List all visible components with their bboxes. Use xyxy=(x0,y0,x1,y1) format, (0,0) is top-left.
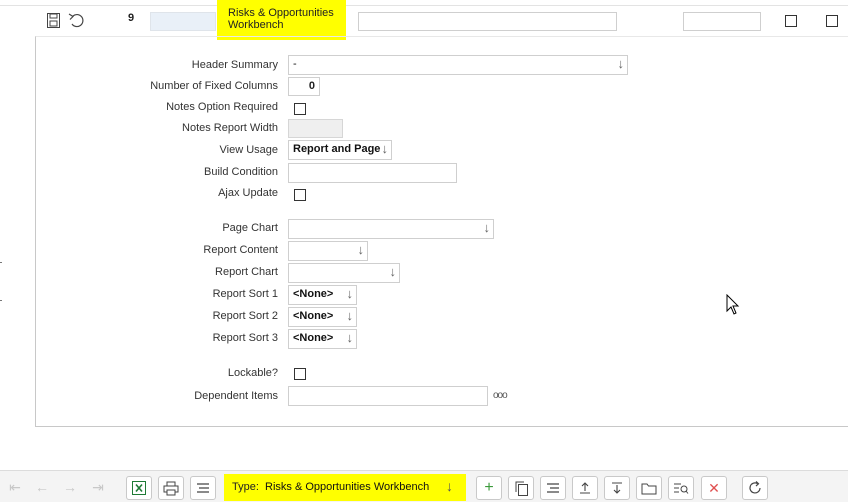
folder-button[interactable] xyxy=(636,476,662,500)
type-value: Risks & Opportunities Workbench xyxy=(265,481,430,493)
top-divider xyxy=(0,5,848,6)
chevron-down-icon: ↓ xyxy=(381,141,389,156)
row-field-a[interactable] xyxy=(358,12,617,31)
detail-panel: Header Summary - ↓ Number of Fixed Colum… xyxy=(35,36,848,427)
notes-option-required-checkbox[interactable] xyxy=(294,103,306,115)
dependent-items-input[interactable] xyxy=(288,386,488,406)
chevron-down-icon: ↓ xyxy=(346,330,354,345)
report-sort-1-label: Report Sort 1 xyxy=(212,288,278,300)
page-chart-label: Page Chart xyxy=(222,222,278,234)
row-checkbox-2[interactable] xyxy=(826,15,838,27)
first-record-icon[interactable]: ⇤ xyxy=(6,478,24,496)
chevron-down-icon: ↓ xyxy=(483,220,491,235)
print-button[interactable] xyxy=(158,476,184,500)
margin-mark xyxy=(0,262,2,263)
mouse-pointer-icon xyxy=(726,293,740,319)
printer-icon xyxy=(163,481,179,495)
report-sort-2-select[interactable]: <None> ↓ xyxy=(288,307,357,327)
build-condition-label: Build Condition xyxy=(204,166,278,178)
report-chart-label: Report Chart xyxy=(215,266,278,278)
notes-option-required-label: Notes Option Required xyxy=(166,101,278,113)
bottom-toolbar: ⇤ ← → ⇥ Type: Risks & Opportunities Work… xyxy=(0,470,848,502)
copy-icon xyxy=(515,481,528,496)
dependent-items-label: Dependent Items xyxy=(194,390,278,402)
refresh-icon xyxy=(749,481,761,494)
report-sort-3-select[interactable]: <None> ↓ xyxy=(288,329,357,349)
chevron-down-icon: ↓ xyxy=(446,478,453,494)
row-title-line-1: Risks & Opportunities xyxy=(228,7,334,19)
build-condition-input[interactable] xyxy=(288,163,457,183)
delete-button[interactable]: ✕ xyxy=(701,476,727,500)
download-button[interactable] xyxy=(604,476,630,500)
previous-record-icon[interactable]: ← xyxy=(33,478,51,496)
lockable-label: Lockable? xyxy=(227,367,278,379)
download-icon xyxy=(612,482,622,494)
chevron-down-icon: ↓ xyxy=(357,242,365,257)
row-shaded-cell xyxy=(150,12,216,31)
page-chart-select[interactable]: ↓ xyxy=(288,219,494,239)
add-button[interactable]: + xyxy=(476,476,502,500)
more-icon[interactable]: ooo xyxy=(493,390,508,401)
align-button[interactable] xyxy=(540,476,566,500)
undo-icon[interactable] xyxy=(67,11,87,29)
notes-report-width-label: Notes Report Width xyxy=(182,122,278,134)
report-sort-2-label: Report Sort 2 xyxy=(212,310,278,322)
excel-icon xyxy=(132,481,146,495)
header-summary-label: Header Summary xyxy=(191,59,278,71)
type-label: Type: xyxy=(232,481,259,493)
ajax-update-label: Ajax Update xyxy=(218,187,278,199)
search-list-icon xyxy=(674,483,689,494)
save-icon[interactable] xyxy=(46,12,60,28)
fixed-columns-label: Number of Fixed Columns xyxy=(150,80,278,92)
chevron-down-icon: ↓ xyxy=(617,56,625,71)
row-number: 9 xyxy=(128,12,135,24)
row-title-line-2: Workbench xyxy=(228,19,284,31)
export-excel-button[interactable] xyxy=(126,476,152,500)
row-title: Risks & Opportunities Workbench xyxy=(217,0,346,40)
notes-report-width-input xyxy=(288,119,343,138)
close-icon: ✕ xyxy=(708,479,720,496)
report-chart-select[interactable]: ↓ xyxy=(288,263,400,283)
chevron-down-icon: ↓ xyxy=(346,308,354,323)
upload-button[interactable] xyxy=(572,476,598,500)
align-icon xyxy=(547,483,559,493)
upload-icon xyxy=(580,482,590,494)
chevron-down-icon: ↓ xyxy=(346,286,354,301)
last-record-icon[interactable]: ⇥ xyxy=(89,478,107,496)
refresh-button[interactable] xyxy=(742,476,768,500)
view-usage-select[interactable]: Report and Page ↓ xyxy=(288,140,392,160)
report-content-label: Report Content xyxy=(203,244,278,256)
fixed-columns-input[interactable]: 0 xyxy=(288,77,320,96)
report-sort-2-value: <None> xyxy=(293,310,334,322)
list-view-button[interactable] xyxy=(190,476,216,500)
copy-button[interactable] xyxy=(508,476,534,500)
header-summary-select[interactable]: - ↓ xyxy=(288,55,628,75)
view-usage-value: Report and Page xyxy=(293,143,381,155)
margin-mark xyxy=(0,300,2,301)
row-field-b[interactable] xyxy=(683,12,761,31)
report-sort-3-value: <None> xyxy=(293,332,334,344)
report-sort-3-label: Report Sort 3 xyxy=(212,332,278,344)
ajax-update-checkbox[interactable] xyxy=(294,189,306,201)
header-summary-value: - xyxy=(293,58,297,70)
view-usage-label: View Usage xyxy=(219,144,279,156)
type-selector[interactable]: Type: Risks & Opportunities Workbench ↓ xyxy=(224,474,466,501)
report-content-select[interactable]: ↓ xyxy=(288,241,368,261)
folder-icon xyxy=(641,483,657,494)
row-checkbox-1[interactable] xyxy=(785,15,797,27)
chevron-down-icon: ↓ xyxy=(389,264,397,279)
list-icon xyxy=(197,483,209,493)
lockable-checkbox[interactable] xyxy=(294,368,306,380)
report-sort-1-value: <None> xyxy=(293,288,334,300)
next-record-icon[interactable]: → xyxy=(61,478,79,496)
search-list-button[interactable] xyxy=(668,476,694,500)
plus-icon: + xyxy=(484,479,494,496)
report-sort-1-select[interactable]: <None> ↓ xyxy=(288,285,357,305)
